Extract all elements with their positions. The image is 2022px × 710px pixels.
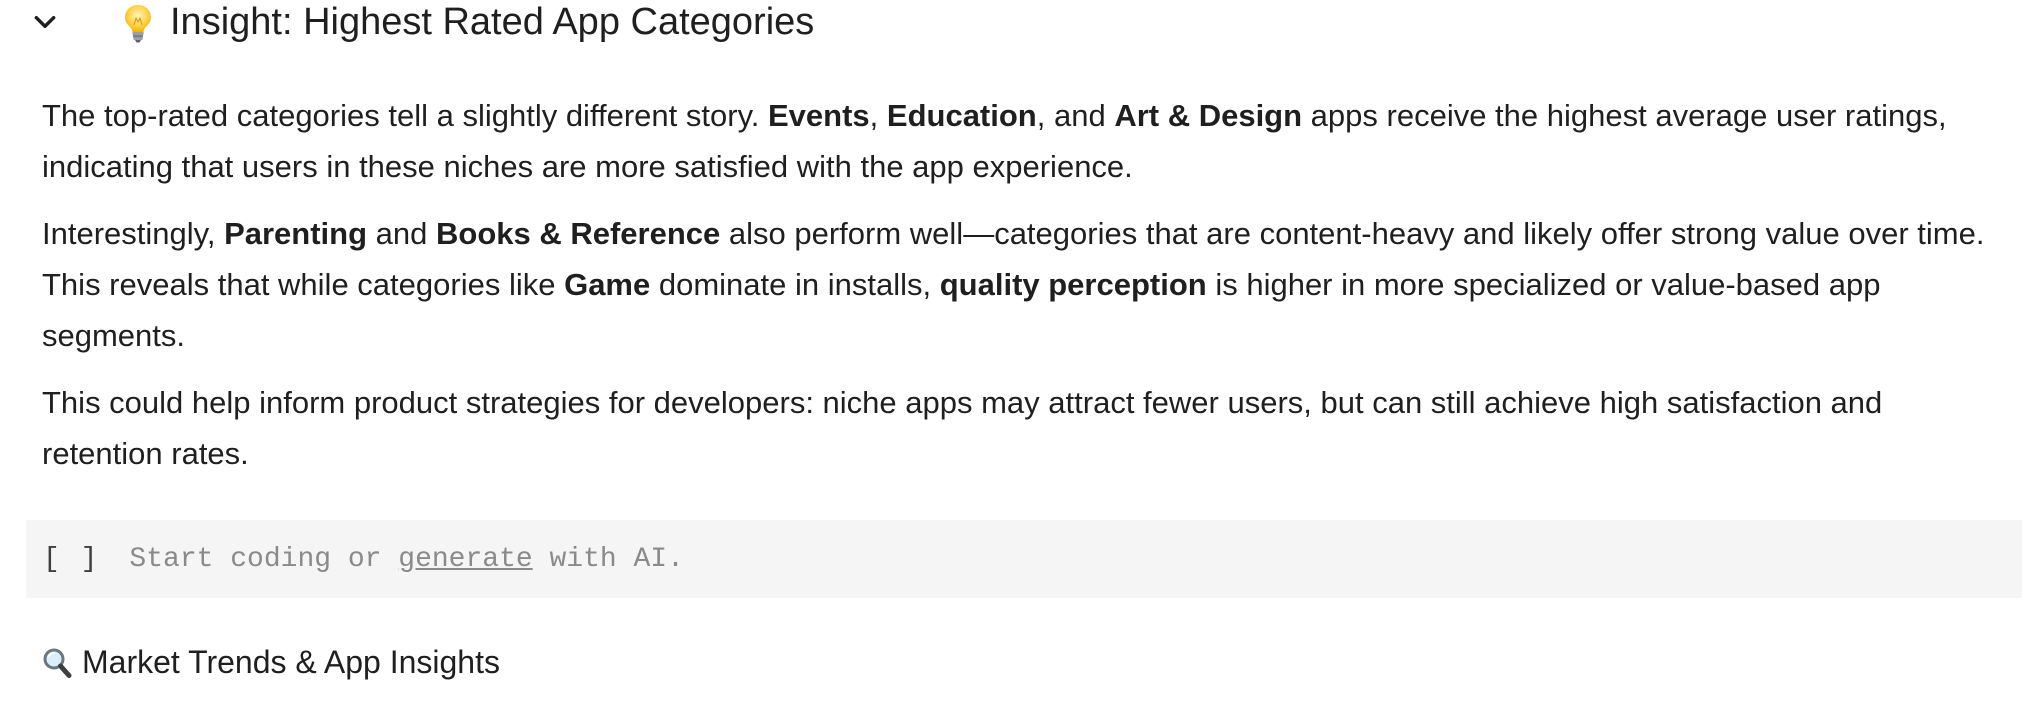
magnifying-glass-icon (42, 646, 72, 678)
section-title: Insight: Highest Rated App Categories (122, 0, 814, 44)
markdown-text-cell[interactable]: The top-rated categories tell a slightly… (42, 90, 2002, 495)
chevron-down-icon[interactable] (28, 5, 62, 39)
light-bulb-icon (122, 3, 154, 43)
section-title-text: Insight: Highest Rated App Categories (170, 1, 815, 43)
placeholder-text: with AI. (532, 543, 684, 575)
section-header: Insight: Highest Rated App Categories (28, 0, 1988, 44)
run-cell-button[interactable]: [ ] (43, 544, 99, 575)
bold-text-education: Education (886, 98, 1037, 133)
generate-link[interactable]: generate (398, 544, 532, 575)
paragraph-strategies: This could help inform product strategie… (42, 377, 2002, 479)
paragraph-interestingly: Interestingly, Parenting and Books & Ref… (42, 208, 2002, 361)
next-section-title: Market Trends & App Insights (82, 644, 500, 680)
text-span: Interestingly, (42, 216, 225, 251)
paragraph-top-rated: The top-rated categories tell a slightly… (42, 90, 2002, 192)
text-span: The top-rated categories tell a slightly… (42, 98, 768, 133)
placeholder-text: Start coding or (129, 543, 399, 575)
bold-text-books-reference: Books & Reference (436, 216, 721, 251)
bold-text-art-design: Art & Design (1114, 98, 1303, 133)
text-span: , and (1036, 98, 1115, 133)
next-section-heading: Market Trends & App Insights (42, 640, 500, 684)
text-span: , (869, 98, 887, 133)
bold-text-game: Game (564, 267, 651, 302)
bold-text-events: Events (768, 98, 870, 133)
text-span: This could help inform product strategie… (42, 385, 1883, 471)
code-placeholder[interactable]: Start coding or generate with AI. (129, 544, 684, 575)
bold-text-parenting: Parenting (224, 216, 368, 251)
bold-text-quality-perception: quality perception (939, 267, 1207, 302)
empty-code-cell[interactable]: [ ] Start coding or generate with AI. (26, 520, 2022, 598)
text-span: dominate in installs, (650, 267, 940, 302)
text-span: and (367, 216, 436, 251)
